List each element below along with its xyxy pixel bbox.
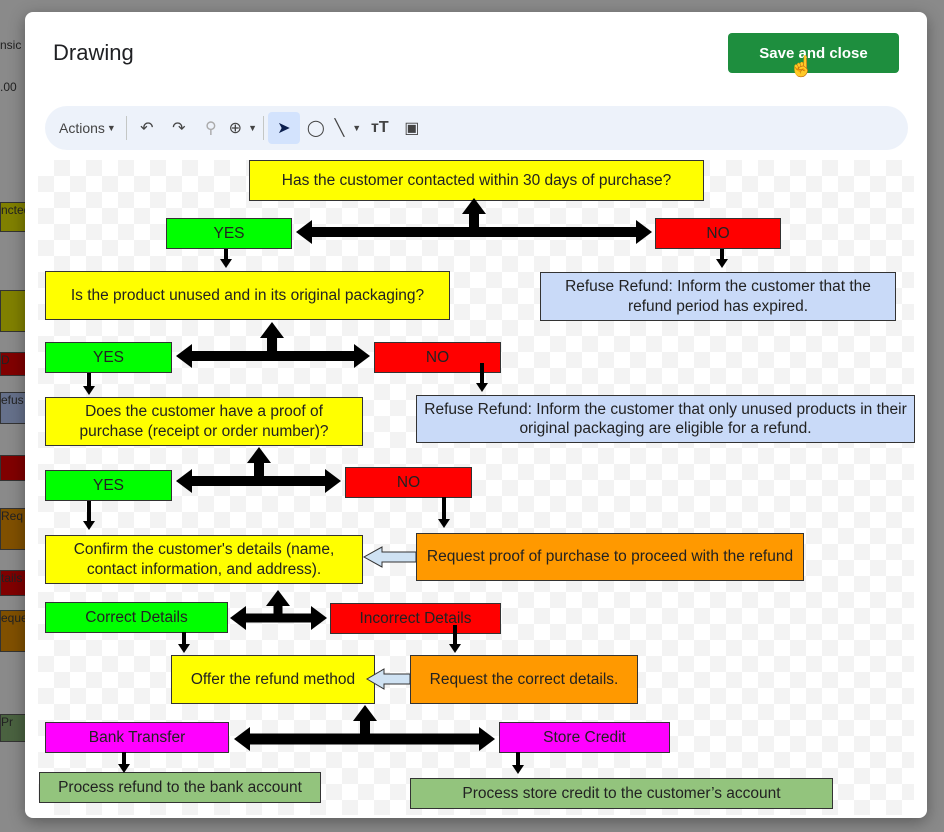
bg-cell: eque	[0, 610, 27, 652]
process-store-credit-box[interactable]: Process store credit to the customer’s a…	[410, 778, 833, 809]
no-box-2[interactable]: NO	[374, 342, 501, 373]
no-box-1[interactable]: NO	[655, 218, 781, 249]
undo-icon[interactable]: ↶	[131, 112, 163, 144]
bg-cell: ncted	[0, 202, 27, 232]
yes-box-3[interactable]: YES	[45, 470, 172, 501]
zoom-icon[interactable]: ⊕ ▼	[227, 112, 259, 144]
yes-box-2[interactable]: YES	[45, 342, 172, 373]
offer-refund-method-box[interactable]: Offer the refund method	[171, 655, 375, 704]
zoom-dropdown-icon[interactable]: ▼	[248, 123, 257, 133]
bg-cell	[0, 455, 27, 481]
bg-cell: D	[0, 352, 27, 376]
process-bank-refund-box[interactable]: Process refund to the bank account	[39, 772, 321, 803]
question-unused-packaging[interactable]: Is the product unused and in its origina…	[45, 271, 450, 320]
actions-label: Actions	[59, 120, 105, 136]
hand-cursor-icon: ☝	[789, 56, 814, 78]
line-dropdown-icon[interactable]: ▼	[352, 123, 361, 133]
refuse-refund-used[interactable]: Refuse Refund: Inform the customer that …	[416, 395, 915, 443]
bg-cell: efus	[0, 392, 27, 424]
redo-icon[interactable]: ↷	[163, 112, 195, 144]
request-proof-box[interactable]: Request proof of purchase to proceed wit…	[416, 533, 804, 581]
confirm-details-box[interactable]: Confirm the customer's details (name, co…	[45, 535, 363, 584]
bg-cell: Req	[0, 508, 27, 550]
bank-transfer-box[interactable]: Bank Transfer	[45, 722, 229, 753]
store-credit-box[interactable]: Store Credit	[499, 722, 670, 753]
correct-details-box[interactable]: Correct Details	[45, 602, 228, 633]
text-box-icon[interactable]: ᴛT	[364, 112, 396, 144]
no-box-3[interactable]: NO	[345, 467, 472, 498]
dialog-title: Drawing	[53, 40, 134, 65]
drawing-toolbar: Actions ▼ ↶ ↷ ⚲ ⊕ ▼ ➤ ◯ ╲ ▼ ᴛT ▣	[45, 106, 908, 150]
incorrect-details-box[interactable]: Incorrect Details	[330, 603, 501, 634]
toolbar-divider	[125, 116, 127, 140]
dropdown-icon: ▼	[106, 123, 116, 133]
bg-cell	[0, 290, 27, 332]
shape-icon[interactable]: ◯	[300, 112, 332, 144]
yes-box-1[interactable]: YES	[166, 218, 292, 249]
question-contacted-30-days[interactable]: Has the customer contacted within 30 day…	[249, 160, 704, 201]
actions-menu[interactable]: Actions ▼	[59, 112, 122, 144]
question-proof-of-purchase[interactable]: Does the customer have a proof of purcha…	[45, 397, 363, 446]
bg-cell: Pr	[0, 714, 27, 742]
select-icon[interactable]: ➤	[267, 112, 300, 144]
bg-cell: tails	[0, 570, 27, 596]
line-icon[interactable]: ╲ ▼	[332, 112, 364, 144]
refuse-refund-expired[interactable]: Refuse Refund: Inform the customer that …	[540, 272, 896, 321]
bg-text: .00	[0, 80, 17, 94]
request-correct-details-box[interactable]: Request the correct details.	[410, 655, 638, 704]
paint-format-icon[interactable]: ⚲	[195, 112, 227, 144]
image-icon[interactable]: ▣	[396, 112, 428, 144]
toolbar-divider	[262, 116, 264, 140]
bg-text: nsic	[0, 38, 22, 52]
